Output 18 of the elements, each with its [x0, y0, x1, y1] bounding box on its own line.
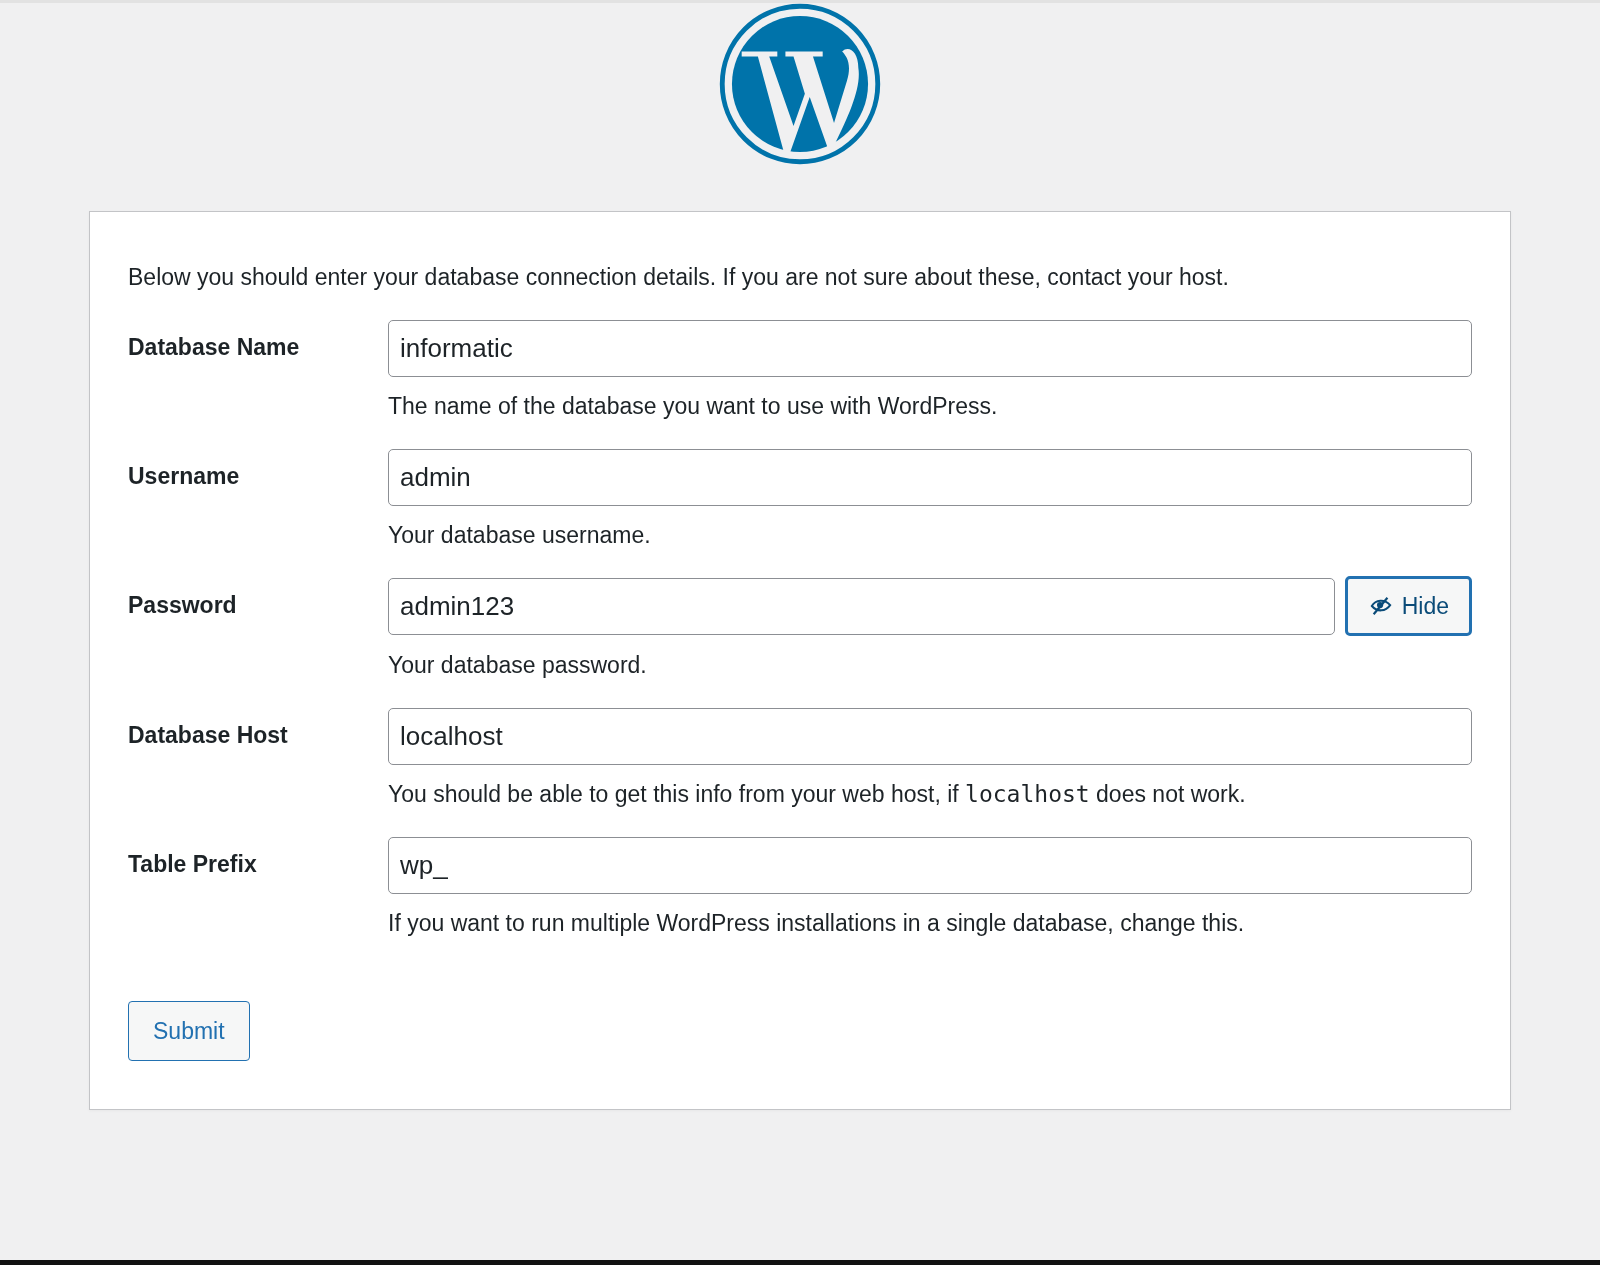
field-label: Database Host: [128, 721, 289, 750]
text-field[interactable]: admin123: [388, 578, 1335, 635]
field-label: Table Prefix: [128, 850, 258, 879]
intro-text: Below you should enter your database connection details. If you are not sure about these, contact your host.: [128, 263, 1230, 292]
field-description: Your database password.: [388, 651, 648, 680]
field-label: Password: [128, 591, 238, 620]
submit-button[interactable]: Submit: [128, 1001, 250, 1061]
text-field[interactable]: admin: [388, 449, 1472, 506]
text-field[interactable]: informatic: [388, 320, 1472, 377]
hide-password-button[interactable]: Hide: [1344, 576, 1472, 636]
field-label: Username: [128, 462, 241, 491]
text-field[interactable]: localhost: [388, 708, 1472, 765]
text-field[interactable]: wp_: [388, 837, 1472, 894]
field-description: You should be able to get this info from your web host, if localhost does not work.: [388, 780, 1247, 809]
field-label: Database Name: [128, 333, 301, 362]
field-description: Your database username.: [388, 521, 652, 550]
field-description: If you want to run multiple WordPress installations in a single database, change this.: [388, 909, 1246, 938]
field-description: The name of the database you want to use with WordPress.: [388, 392, 999, 421]
